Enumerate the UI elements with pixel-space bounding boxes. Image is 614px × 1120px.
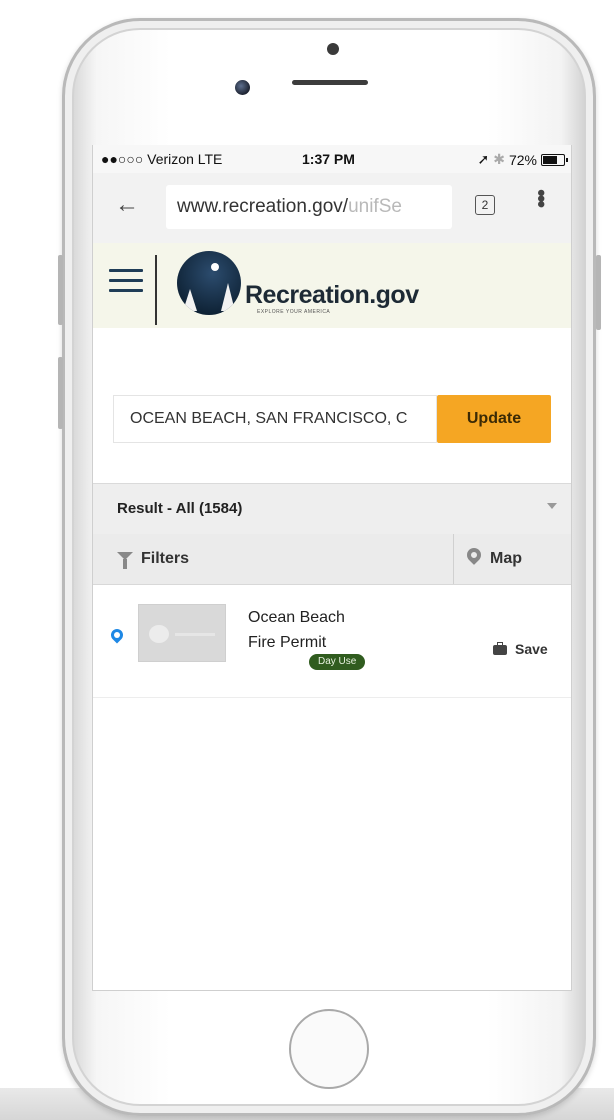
thumbnail-placeholder-line: [175, 633, 215, 636]
hamburger-menu-icon[interactable]: [109, 269, 143, 299]
result-summary: Result - All (1584): [117, 500, 243, 517]
map-button[interactable]: Map: [454, 534, 571, 584]
filter-map-bar: Filters Map: [93, 534, 571, 585]
briefcase-icon: [493, 642, 507, 655]
location-arrow-icon: ➚: [477, 151, 490, 167]
url-path: unifSe: [348, 196, 402, 217]
result-thumbnail[interactable]: [138, 604, 226, 662]
result-filter-dropdown[interactable]: Result - All (1584): [93, 483, 571, 535]
logo-tree: [183, 289, 197, 311]
result-title-line2: Fire Permit: [248, 634, 327, 651]
thumbnail-placeholder-icon: [149, 625, 169, 643]
location-search-input[interactable]: OCEAN BEACH, SAN FRANCISCO, C: [113, 395, 437, 443]
site-header: Recreation.gov EXPLORE YOUR AMERICA: [93, 243, 571, 328]
bluetooth-icon: ✱: [493, 151, 505, 167]
front-camera: [235, 80, 250, 95]
back-arrow-icon[interactable]: ←: [115, 191, 139, 219]
result-title-line1: Ocean Beach: [248, 609, 345, 626]
status-right: ➚ ✱ 72%: [477, 151, 568, 168]
header-divider: [155, 255, 157, 325]
site-title[interactable]: Recreation.gov: [245, 281, 419, 310]
logo-moon: [211, 263, 219, 271]
url-field[interactable]: www.recreation.gov/unifSe: [166, 185, 452, 229]
battery-percent: 72%: [508, 151, 537, 168]
power-button: [596, 255, 601, 330]
status-bar: ●●○○○ Verizon LTE 1:37 PM ➚ ✱ 72%: [93, 145, 571, 173]
map-pin-icon: [464, 545, 484, 565]
result-title[interactable]: Ocean Beach Fire Permit: [248, 605, 428, 655]
volume-button: [58, 357, 63, 429]
update-button[interactable]: Update: [437, 395, 551, 443]
device-stage: ●●○○○ Verizon LTE 1:37 PM ➚ ✱ 72% ← www.…: [0, 0, 614, 1120]
map-label: Map: [490, 550, 522, 567]
dropdown-caret-icon: [547, 503, 557, 509]
logo-tree: [221, 283, 235, 311]
save-label: Save: [515, 641, 548, 657]
site-logo[interactable]: [177, 251, 241, 315]
location-pin-icon: [108, 626, 126, 644]
battery-icon: [541, 153, 568, 166]
phone-screen: ●●○○○ Verizon LTE 1:37 PM ➚ ✱ 72% ← www.…: [92, 145, 572, 991]
filter-icon: [117, 552, 133, 569]
browser-toolbar: ← www.recreation.gov/unifSe 2 •••: [93, 173, 571, 244]
site-tagline: EXPLORE YOUR AMERICA: [257, 309, 331, 315]
url-host: www.recreation.gov/: [177, 196, 349, 217]
tabs-icon[interactable]: 2: [475, 195, 495, 215]
clock: 1:37 PM: [302, 151, 355, 167]
home-button[interactable]: [289, 1009, 369, 1089]
battery-fill: [543, 155, 557, 164]
carrier-label: ●●○○○ Verizon LTE: [101, 151, 223, 167]
proximity-sensor: [327, 43, 339, 55]
filters-label: Filters: [141, 550, 190, 567]
status-badge: Day Use: [309, 654, 366, 670]
save-button[interactable]: Save: [493, 641, 548, 657]
list-item[interactable]: Ocean Beach Fire Permit Day Use Save: [93, 585, 571, 698]
mute-switch: [58, 255, 63, 325]
more-vert-icon[interactable]: •••: [529, 189, 554, 206]
earpiece-speaker: [292, 80, 368, 85]
filters-button[interactable]: Filters: [93, 534, 454, 584]
